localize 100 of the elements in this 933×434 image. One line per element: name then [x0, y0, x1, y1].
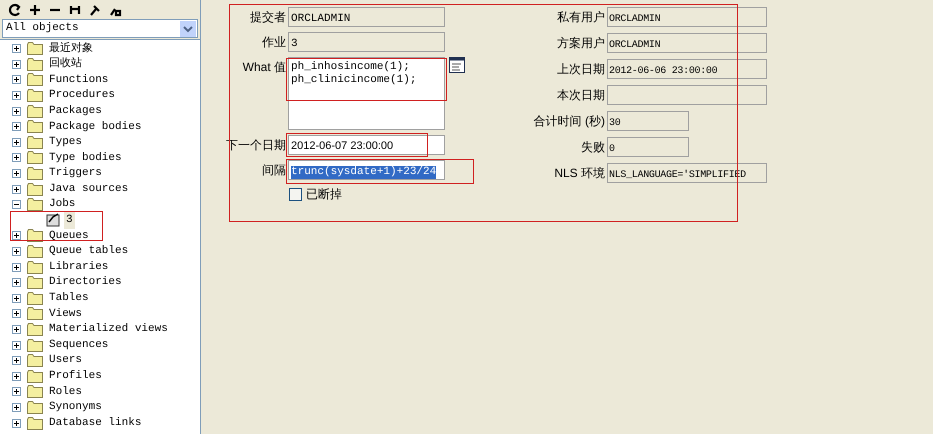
folder-icon [27, 400, 43, 414]
input-field[interactable]: 0 [607, 137, 689, 157]
folder-icon [27, 354, 43, 368]
tree-item[interactable]: Roles [49, 384, 82, 400]
expand-icon[interactable] [12, 44, 21, 54]
tree-item[interactable]: Functions [49, 72, 108, 88]
editor-icon[interactable] [449, 57, 465, 73]
collapse-icon[interactable] [12, 200, 21, 210]
field-label: 合计时间 (秒) [532, 113, 605, 130]
field-label: 方案用户 [556, 35, 605, 52]
tree-item[interactable]: Package bodies [49, 118, 142, 136]
expand-icon[interactable] [12, 387, 21, 396]
expand-icon[interactable] [12, 309, 21, 318]
expand-icon[interactable] [12, 247, 21, 256]
tree-item[interactable]: Profiles [49, 368, 102, 385]
expand-icon[interactable] [12, 184, 21, 194]
folder-icon [27, 182, 43, 196]
tree-item[interactable]: Users [49, 352, 82, 369]
refresh-icon[interactable] [8, 2, 22, 16]
tree-item[interactable]: 回收站 [49, 56, 82, 73]
folder-icon [27, 89, 43, 102]
input-field[interactable]: 30 [607, 111, 689, 131]
folder-icon [27, 292, 43, 305]
tree-item[interactable]: Types [49, 134, 82, 151]
tree-item[interactable]: Views [49, 306, 82, 322]
folder-icon [27, 151, 43, 164]
field-label: What 值 [242, 59, 286, 76]
folder-icon [27, 260, 43, 274]
field-label: 失败 [580, 139, 605, 156]
expand-icon[interactable] [12, 60, 21, 69]
folder-icon [27, 104, 43, 118]
folder-icon [27, 370, 43, 383]
expand-icon[interactable] [12, 324, 21, 334]
folder-icon [27, 307, 43, 320]
field-label: 作业 [261, 34, 286, 51]
tree-item[interactable]: 最近对象 [49, 40, 93, 58]
tree-item[interactable]: Packages [49, 102, 102, 120]
input-field[interactable]: 2012-06-07 23:00:00 [288, 135, 445, 155]
expand-icon[interactable] [12, 372, 21, 381]
tree-item[interactable]: Sequences [49, 336, 108, 354]
folder-icon [27, 42, 43, 56]
folder-icon [27, 229, 43, 242]
field-label: 提交者 [249, 9, 286, 26]
tree-item[interactable]: Synonyms [49, 399, 102, 416]
tree-item[interactable]: Triggers [49, 165, 102, 182]
field-label: 上次日期 [556, 61, 605, 78]
tree-item[interactable]: Java sources [49, 180, 128, 198]
job-icon [46, 213, 61, 228]
expand-icon[interactable] [12, 91, 21, 100]
field-label: NLS 环境 [553, 165, 605, 182]
folder-icon [27, 136, 43, 149]
expand-icon[interactable] [12, 418, 21, 428]
tree-item[interactable]: Queue tables [49, 243, 128, 260]
expand-icon[interactable] [12, 106, 21, 116]
expand-icon[interactable] [12, 402, 21, 412]
tree-item[interactable]: Tables [49, 290, 89, 307]
tree-item[interactable]: Materialized views [49, 321, 168, 338]
tree-item[interactable]: Directories [49, 274, 122, 291]
expand-icon[interactable] [12, 122, 21, 132]
field-label: 间隔 [261, 162, 286, 179]
folder-icon [27, 416, 43, 430]
folder-icon [27, 120, 43, 134]
input-field[interactable]: 3 [288, 32, 445, 52]
expand-icon[interactable] [12, 294, 21, 303]
folder-icon [27, 73, 43, 86]
expand-icon[interactable] [12, 356, 21, 366]
expand-icon[interactable] [12, 138, 21, 147]
folder-icon [27, 276, 43, 290]
text-area[interactable]: ph_inhosincome(1); ph_clinicincome(1); [288, 57, 445, 130]
tree-item[interactable]: Libraries [49, 258, 108, 276]
chevron-down-icon [180, 20, 196, 36]
object-filter-dropdown[interactable]: All objects [2, 19, 198, 38]
tree-item[interactable]: Type bodies [49, 150, 122, 166]
expand-icon[interactable] [12, 278, 21, 288]
tree-item[interactable]: Procedures [49, 87, 116, 104]
folder-icon [27, 198, 43, 212]
tree-item[interactable]: Database links [49, 414, 142, 432]
folder-icon [27, 245, 43, 258]
expand-icon[interactable] [12, 153, 21, 162]
input-field[interactable]: ORCLADMIN [607, 7, 767, 27]
tree-item[interactable]: 3 [64, 212, 75, 229]
folder-icon [27, 338, 43, 352]
expand-icon[interactable] [12, 231, 21, 240]
input-field[interactable]: ORCLADMIN [607, 33, 767, 53]
field-label: 私有用户 [556, 9, 605, 26]
field-label: 本次日期 [556, 87, 605, 104]
input-field[interactable] [607, 85, 767, 105]
add-icon[interactable] [28, 2, 42, 16]
input-field[interactable]: trunc(sysdate+1)+23/24 [288, 160, 445, 180]
input-field[interactable]: ORCLADMIN [288, 7, 445, 27]
expand-icon[interactable] [12, 340, 21, 350]
checkbox[interactable] [289, 188, 302, 200]
checkbox-label: 已断掉 [306, 186, 342, 203]
expand-icon[interactable] [12, 75, 21, 84]
input-field[interactable]: 2012-06-06 23:00:00 [607, 59, 767, 79]
tree-item[interactable]: Jobs [49, 196, 76, 213]
folder-icon [27, 385, 43, 398]
expand-icon[interactable] [12, 262, 21, 272]
tree-item[interactable]: Queues [49, 228, 89, 244]
expand-icon[interactable] [12, 169, 21, 178]
